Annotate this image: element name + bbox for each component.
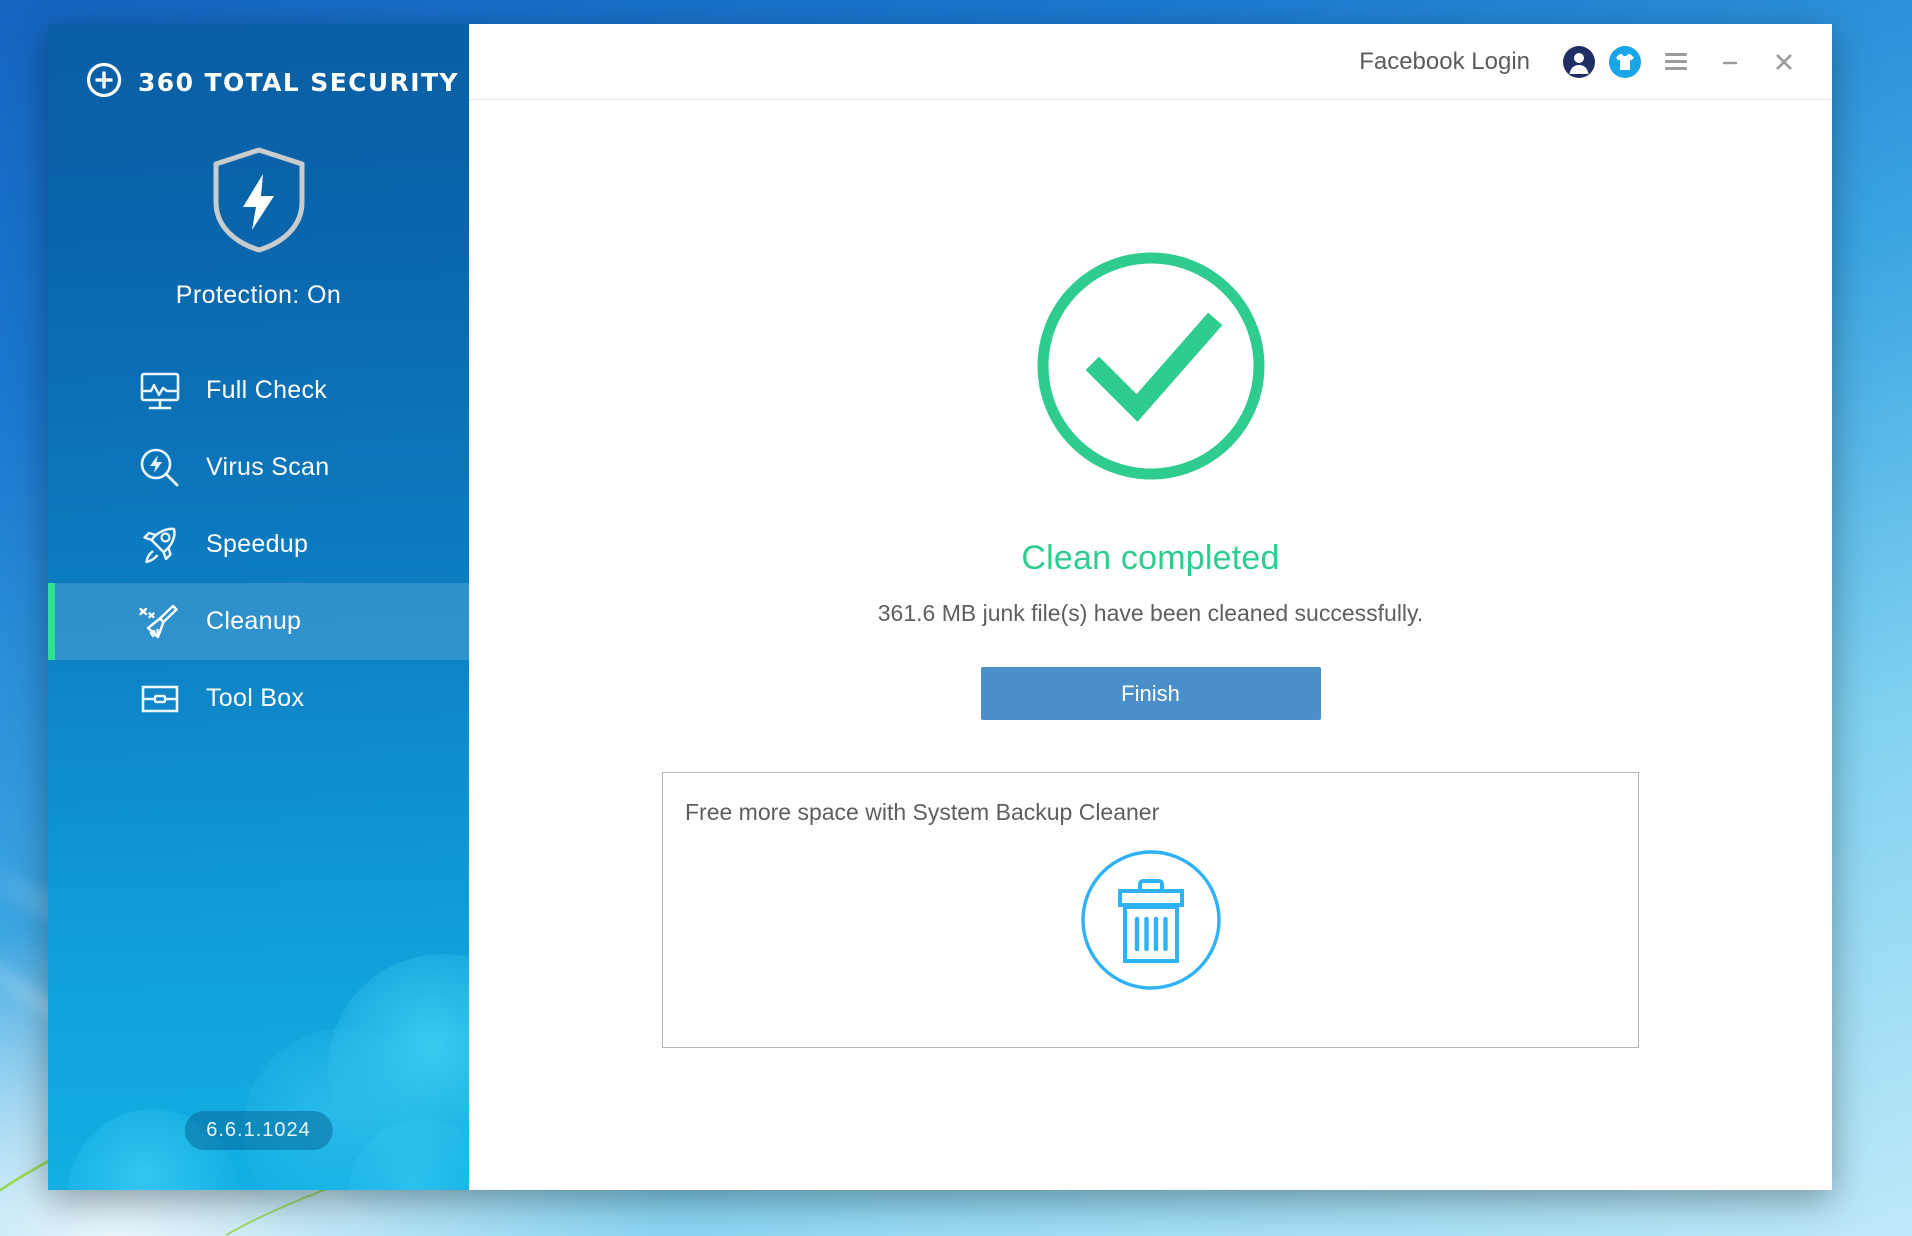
sidebar-item-label: Tool Box [206,684,305,712]
promo-panel[interactable]: Free more space with System Backup Clean… [662,772,1639,1048]
sidebar-item-speedup[interactable]: Speedup [48,506,469,583]
version-badge: 6.6.1.1024 [184,1111,333,1150]
finish-button[interactable]: Finish [980,667,1321,720]
sidebar-item-label: Full Check [206,376,328,404]
minimize-icon[interactable] [1710,42,1750,82]
hamburger-menu-icon[interactable] [1656,42,1696,82]
menu-bar [1665,53,1687,56]
facebook-login-link[interactable]: Facebook Login [1359,48,1530,76]
magnifier-bolt-icon [134,442,186,494]
plus-circle-logo-icon [86,62,122,103]
result-subtitle: 361.6 MB junk file(s) have been cleaned … [877,600,1424,626]
main-panel: Clean completed 361.6 MB junk file(s) ha… [469,100,1832,1190]
promo-title: Free more space with System Backup Clean… [685,799,1160,825]
sidebar-item-tool-box[interactable]: Tool Box [48,660,469,737]
desktop-background: 360 TOTAL SECURITY Protection: On Full C… [0,0,1912,1236]
protection-label: Protection: On [175,281,342,309]
sidebar-item-cleanup[interactable]: Cleanup [48,583,469,660]
content-area: Facebook Login Clean completed 361.6 MB … [469,24,1832,1190]
user-avatar-icon[interactable] [1562,45,1596,79]
app-window: 360 TOTAL SECURITY Protection: On Full C… [48,24,1832,1190]
tshirt-skin-icon[interactable] [1608,45,1642,79]
sidebar-item-label: Cleanup [206,607,302,635]
menu-bar [1665,67,1687,70]
brand-name: 360 TOTAL SECURITY [138,67,459,97]
shield-bolt-icon [207,147,311,260]
sidebar: 360 TOTAL SECURITY Protection: On Full C… [48,24,469,1190]
result-title: Clean completed [1021,539,1280,577]
titlebar: Facebook Login [469,24,1832,100]
brand-logo: 360 TOTAL SECURITY [48,24,469,110]
sidebar-decoration-bubble [348,1119,469,1190]
sidebar-nav: Full Check Virus Scan Speedup Cleanup To… [48,352,469,737]
sidebar-item-full-check[interactable]: Full Check [48,352,469,429]
sidebar-item-label: Speedup [206,530,309,558]
rocket-icon [134,519,186,571]
monitor-pulse-icon [134,365,186,417]
sidebar-decoration-bubble [328,954,469,1184]
sidebar-decoration-bubble [243,1029,443,1190]
protection-status[interactable]: Protection: On [48,144,469,310]
sidebar-item-label: Virus Scan [206,453,330,481]
sidebar-item-virus-scan[interactable]: Virus Scan [48,429,469,506]
broom-sparkle-icon [134,596,186,648]
close-icon[interactable] [1764,42,1804,82]
green-check-circle-icon [1033,248,1269,489]
menu-bar [1665,60,1687,63]
trash-can-circle-icon[interactable] [1076,845,1226,1000]
toolbox-icon [134,673,186,725]
